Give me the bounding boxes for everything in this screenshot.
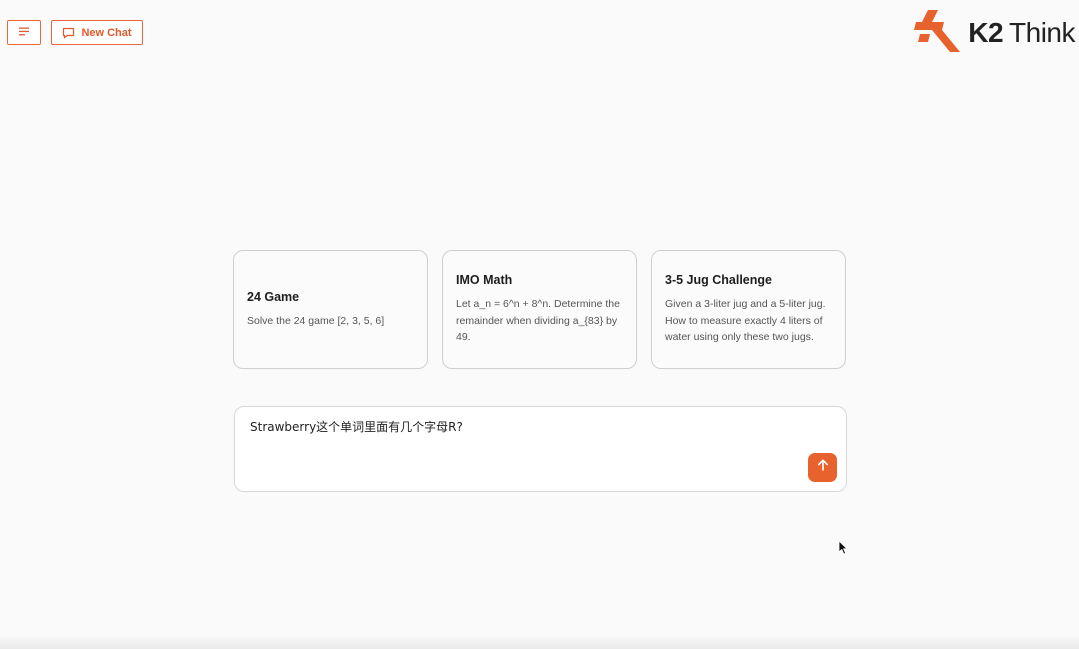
chat-bubble-icon (62, 27, 75, 39)
page: New Chat K2 Think 24 Game Solve the 24 ga… (0, 0, 1079, 649)
new-chat-label: New Chat (81, 26, 132, 39)
chat-input[interactable]: Strawberry这个单词里面有几个字母R? (250, 419, 796, 435)
k2-think-logo: K2 Think (914, 9, 1075, 57)
send-button[interactable] (808, 453, 837, 482)
arrow-up-icon (816, 458, 830, 477)
suggestion-card-24-game[interactable]: 24 Game Solve the 24 game [2, 3, 5, 6] (233, 250, 428, 369)
logo-think-text: Think (1009, 17, 1075, 48)
suggestion-card-jug-challenge[interactable]: 3-5 Jug Challenge Given a 3-liter jug an… (651, 250, 846, 369)
suggestion-card-description: Given a 3-liter jug and a 5-liter jug. H… (665, 298, 826, 344)
menu-button[interactable] (7, 20, 41, 45)
suggestion-card-title: 24 Game (247, 289, 300, 304)
suggestion-card-description: Let a_n = 6^n + 8^n. Determine the remai… (456, 298, 620, 344)
logo-wordmark: K2 Think (968, 17, 1075, 49)
new-chat-button[interactable]: New Chat (51, 20, 143, 45)
suggestion-card-title: IMO Math (456, 273, 513, 288)
suggestion-card-description: Solve the 24 game [2, 3, 5, 6] (247, 314, 385, 327)
logo-k2-text: K2 (968, 17, 1004, 48)
chat-composer[interactable]: Strawberry这个单词里面有几个字母R? (234, 406, 847, 492)
suggestion-cards: 24 Game Solve the 24 game [2, 3, 5, 6] I… (233, 250, 846, 369)
suggestion-card-imo-math[interactable]: IMO Math Let a_n = 6^n + 8^n. Determine … (442, 250, 637, 369)
menu-lines-icon (18, 27, 30, 39)
suggestion-card-title: 3-5 Jug Challenge (665, 273, 772, 288)
bottom-shadow (0, 635, 1079, 649)
mouse-cursor-icon (838, 540, 848, 560)
k2-logo-mark-icon (914, 8, 962, 59)
